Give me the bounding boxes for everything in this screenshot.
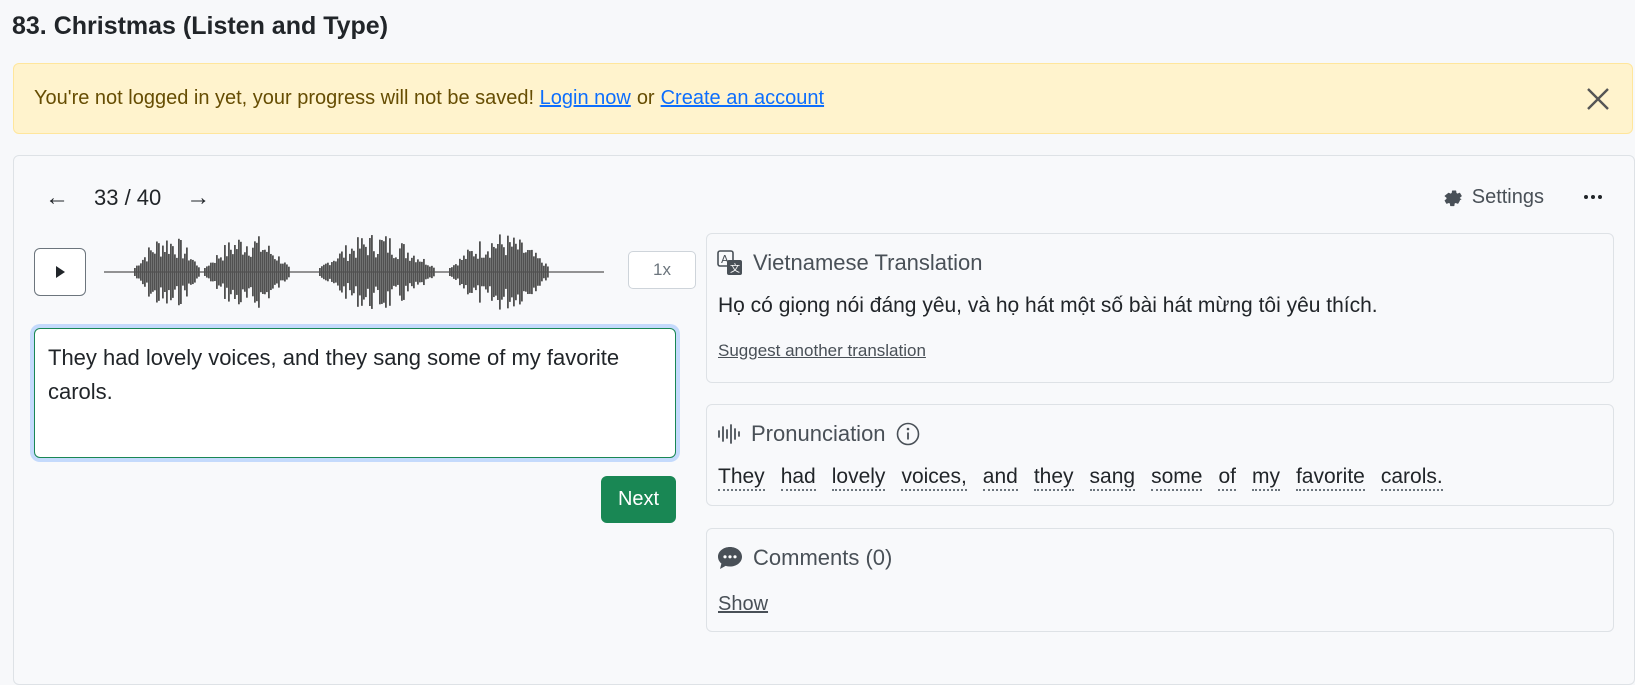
pronunciation-word[interactable]: of [1218, 465, 1236, 491]
sentence-counter: 33 / 40 [94, 185, 162, 210]
soundwave-icon [718, 424, 740, 444]
comments-panel: Comments (0) Show [706, 528, 1614, 632]
more-options-icon[interactable] [1582, 186, 1604, 213]
pronunciation-header: Pronunciation [717, 421, 930, 447]
pronunciation-title: Pronunciation [751, 421, 886, 446]
login-link[interactable]: Login now [540, 87, 631, 110]
sentence-navigation: ← 33 / 40 → [42, 184, 213, 212]
comments-header: Comments (0) [717, 545, 892, 571]
pronunciation-panel: Pronunciation They had lovely voices, an… [706, 404, 1614, 506]
gear-icon [1444, 189, 1462, 206]
play-icon [56, 266, 65, 278]
audio-waveform[interactable] [104, 232, 604, 312]
show-comments-link[interactable]: Show [718, 593, 768, 616]
chat-bubble-icon [718, 547, 742, 569]
pronunciation-word[interactable]: my [1251, 465, 1280, 491]
svg-text:文: 文 [730, 262, 740, 275]
playback-speed-button[interactable]: 1x [628, 251, 696, 289]
next-arrow-icon[interactable]: → [183, 184, 213, 212]
pronunciation-word[interactable]: and [982, 465, 1018, 491]
pronunciation-word[interactable]: they [1033, 465, 1074, 491]
previous-arrow-icon[interactable]: ← [42, 184, 72, 212]
close-icon[interactable] [1582, 83, 1614, 115]
pronunciation-word[interactable]: had [780, 465, 816, 491]
next-button[interactable]: Next [601, 476, 676, 523]
page-title: 83. Christmas (Listen and Type) [12, 12, 389, 40]
create-account-link[interactable]: Create an account [661, 87, 824, 110]
answer-input[interactable]: They had lovely voices, and they sang so… [34, 328, 676, 458]
info-icon[interactable] [896, 422, 920, 446]
translation-title: Vietnamese Translation [753, 250, 983, 275]
translation-text: Họ có giọng nói đáng yêu, và họ hát một … [718, 294, 1378, 317]
alert-message: You're not logged in yet, your progress … [34, 87, 535, 109]
translation-header: A 文 Vietnamese Translation [717, 250, 983, 276]
pronunciation-word[interactable]: lovely [831, 465, 886, 491]
pronunciation-word[interactable]: some [1151, 465, 1203, 491]
pronunciation-word[interactable]: sang [1089, 465, 1136, 491]
pronunciation-word[interactable]: carols. [1380, 465, 1443, 491]
pronunciation-word[interactable]: voices, [901, 465, 967, 491]
suggest-translation-link[interactable]: Suggest another translation [718, 341, 926, 361]
pronunciation-word[interactable]: favorite [1295, 465, 1365, 491]
audio-player: 1x [34, 234, 696, 310]
alert-separator: or [636, 87, 655, 109]
translation-panel: A 文 Vietnamese Translation Họ có giọng n… [706, 233, 1614, 383]
comments-title: Comments (0) [753, 545, 893, 570]
pronunciation-words: They had lovely voices, and they sang so… [718, 465, 1459, 491]
pronunciation-word[interactable]: They [718, 465, 765, 491]
login-warning-alert: You're not logged in yet, your progress … [13, 63, 1633, 134]
settings-button[interactable]: Settings [1442, 186, 1544, 209]
play-button[interactable] [34, 248, 86, 296]
translate-icon: A 文 [717, 250, 742, 275]
exercise-card: ← 33 / 40 → Settings 1x They had lovely … [13, 155, 1635, 685]
settings-label: Settings [1471, 186, 1544, 208]
